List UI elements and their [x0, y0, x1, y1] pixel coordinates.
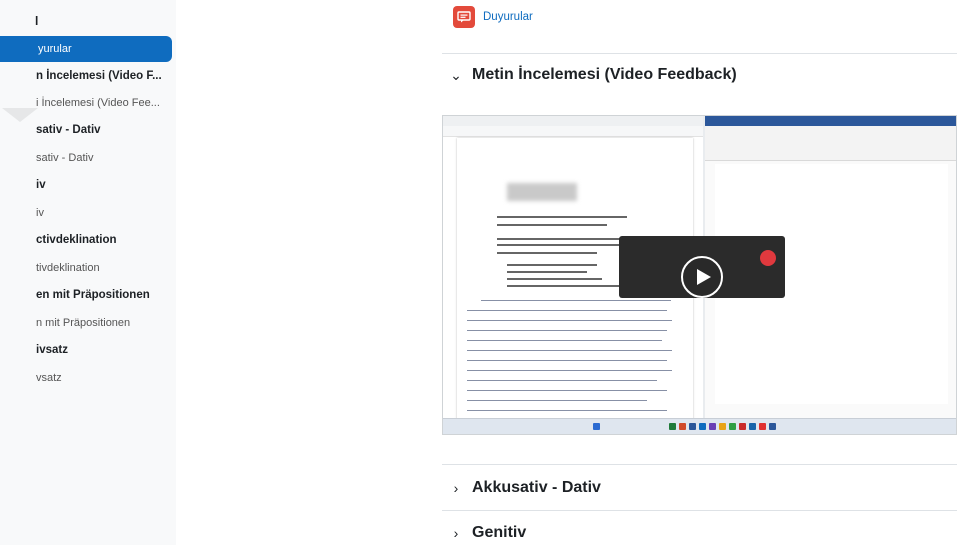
sidebar-item-label: tivdeklination — [36, 262, 100, 274]
sidebar-item-relativsatz[interactable]: vsatz — [0, 365, 172, 391]
taskbar-icon — [679, 423, 686, 430]
video-feedback-player[interactable] — [442, 115, 957, 435]
handwriting-line — [467, 340, 662, 341]
sidebar-item-duyurular[interactable]: yurular — [0, 36, 172, 62]
section-title[interactable]: Genitiv — [472, 524, 526, 542]
text-line — [507, 264, 597, 266]
text-line — [497, 216, 627, 218]
sidebar-section-adjektivdeklination[interactable]: ctivdeklination — [0, 227, 172, 253]
record-icon — [760, 250, 776, 266]
sidebar-item-label: en mit Präpositionen — [36, 289, 150, 301]
sidebar-item-label: n mit Präpositionen — [36, 317, 131, 329]
section-divider — [442, 53, 957, 54]
taskbar-icon — [593, 423, 600, 430]
text-line — [507, 285, 627, 287]
sidebar-item-label: iv — [36, 207, 44, 219]
word-ribbon — [705, 126, 956, 161]
blurred-name — [507, 183, 577, 201]
chevron-right-icon[interactable]: › — [450, 525, 462, 541]
handwriting-line — [467, 390, 667, 391]
section-divider — [442, 510, 957, 511]
text-line — [497, 252, 597, 254]
handwriting-line — [467, 410, 667, 411]
sidebar-item-metin-incelemesi[interactable]: i İncelemesi (Video Fee... — [0, 90, 172, 116]
taskbar-icon — [759, 423, 766, 430]
course-index-title: l — [35, 14, 39, 28]
taskbar-icon — [739, 423, 746, 430]
announcements-activity[interactable]: Duyurular — [453, 6, 533, 28]
handwriting-line — [481, 300, 671, 301]
text-line — [507, 278, 602, 280]
handwriting-line — [467, 330, 667, 331]
handwriting-line — [467, 320, 672, 321]
text-line — [497, 244, 637, 246]
play-icon[interactable] — [681, 256, 723, 298]
course-index-sidebar: l yurular n İncelemesi (Video F... i İnc… — [0, 0, 176, 545]
section-divider — [442, 464, 957, 465]
taskbar-icon — [709, 423, 716, 430]
sidebar-item-genitiv[interactable]: iv — [0, 200, 172, 226]
sidebar-item-adjektivdeklination[interactable]: tivdeklination — [0, 255, 172, 281]
sidebar-section-relativsatz[interactable]: ivsatz — [0, 337, 172, 363]
section-header-genitiv[interactable]: › Genitiv — [450, 524, 527, 542]
announcements-link[interactable]: Duyurular — [483, 11, 533, 23]
sidebar-item-praepositionen[interactable]: n mit Präpositionen — [0, 310, 172, 336]
sidebar-item-label: n İncelemesi (Video F... — [36, 70, 162, 82]
handwriting-line — [467, 360, 667, 361]
sidebar-item-label: i İncelemesi (Video Fee... — [36, 97, 160, 109]
chevron-right-icon[interactable]: › — [450, 480, 462, 496]
announcement-icon — [453, 6, 475, 28]
section-header-akkusativ-dativ[interactable]: › Akkusativ - Dativ — [450, 479, 601, 497]
handwriting-line — [467, 380, 657, 381]
section-title[interactable]: Metin İncelemesi (Video Feedback) — [472, 66, 737, 84]
sidebar-section-genitiv[interactable]: iv — [0, 172, 172, 198]
sidebar-item-label: ivsatz — [36, 344, 68, 356]
video-frame-taskbar — [443, 418, 956, 434]
text-line — [497, 224, 607, 226]
sidebar-section-praepositionen[interactable]: en mit Präpositionen — [0, 282, 172, 308]
taskbar-icon — [669, 423, 676, 430]
taskbar-icon — [749, 423, 756, 430]
course-content: Duyurular ⌄ Metin İncelemesi (Video Feed… — [176, 0, 957, 545]
text-line — [507, 271, 587, 273]
chevron-down-icon[interactable]: ⌄ — [450, 67, 462, 84]
sidebar-section-metin-incelemesi[interactable]: n İncelemesi (Video F... — [0, 63, 172, 89]
taskbar-icon — [699, 423, 706, 430]
handwriting-line — [467, 370, 672, 371]
taskbar-icon — [729, 423, 736, 430]
taskbar-icon — [719, 423, 726, 430]
sidebar-item-label: iv — [36, 179, 46, 191]
video-frame-toolbar — [443, 126, 703, 137]
sidebar-item-label: ctivdeklination — [36, 234, 117, 246]
handwriting-line — [467, 310, 667, 311]
sidebar-item-label: sativ - Dativ — [36, 124, 101, 136]
handwriting-line — [467, 350, 672, 351]
taskbar-icon — [689, 423, 696, 430]
section-title[interactable]: Akkusativ - Dativ — [472, 479, 601, 497]
handwriting-line — [467, 400, 647, 401]
sidebar-item-label: sativ - Dativ — [36, 152, 94, 164]
sidebar-item-label: vsatz — [36, 372, 62, 384]
sidebar-item-label: yurular — [38, 43, 72, 55]
sidebar-section-akkusativ-dativ[interactable]: sativ - Dativ — [0, 117, 172, 143]
taskbar-icon — [769, 423, 776, 430]
sidebar-item-akkusativ-dativ[interactable]: sativ - Dativ — [0, 145, 172, 171]
section-header-metin-incelemesi[interactable]: ⌄ Metin İncelemesi (Video Feedback) — [450, 66, 737, 84]
